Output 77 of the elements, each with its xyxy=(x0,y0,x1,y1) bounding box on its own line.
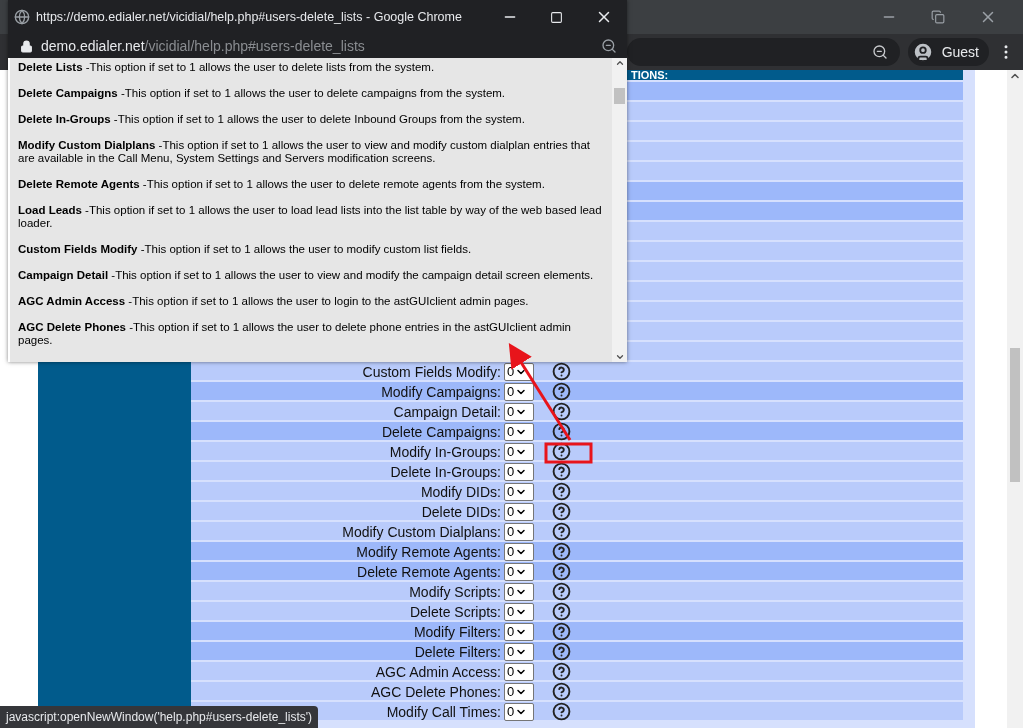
value-select[interactable]: 0 xyxy=(504,682,534,701)
value-select[interactable]: 0 xyxy=(504,562,534,581)
permission-label: Delete Filters: xyxy=(413,643,502,660)
value-select[interactable]: 0 xyxy=(504,442,534,461)
maximize-icon[interactable] xyxy=(550,10,563,24)
permission-label: Modify Custom Dialplans: xyxy=(341,523,502,540)
help-icon[interactable] xyxy=(552,682,571,701)
help-entry: Delete In-Groups -This option if set to 1 allows the user to delete Inbound Groups from the system. xyxy=(18,113,526,126)
permission-label: Custom Fields Modify: xyxy=(361,363,502,380)
zoom-icon[interactable] xyxy=(601,38,617,54)
permission-label: Delete DIDs: xyxy=(420,503,502,520)
scroll-up-icon[interactable] xyxy=(614,58,625,68)
value-select[interactable]: 0 xyxy=(504,382,534,401)
permission-label: AGC Delete Phones: xyxy=(370,683,502,700)
value-select[interactable]: 0 xyxy=(504,402,534,421)
help-entry: AGC Delete Phones -This option if set to 1 allows the user to delete phone entries in the astGUIclient admin pages. xyxy=(18,321,572,347)
permission-label: Modify DIDs: xyxy=(419,483,502,500)
permission-label: AGC Admin Access: xyxy=(374,663,502,680)
permission-label: Delete Remote Agents: xyxy=(356,563,502,580)
status-url: javascript:openNewWindow('help.php#users-delete_lists') xyxy=(0,706,319,728)
help-entry: Campaign Detail -This option if set to 1 allows the user to view and modify the campaign detail screen elements. xyxy=(18,269,595,282)
help-icon[interactable] xyxy=(552,402,571,421)
help-entry: Delete Remote Agents -This option if set to 1 allows the user to delete remote agents from the system. xyxy=(18,178,546,191)
value-select[interactable]: 0 xyxy=(504,422,534,441)
value-select[interactable]: 0 xyxy=(504,642,534,661)
value-select[interactable]: 0 xyxy=(504,482,534,501)
restore-icon[interactable] xyxy=(931,10,945,24)
scrollbar[interactable] xyxy=(612,58,627,362)
help-icon[interactable] xyxy=(552,522,571,541)
lock-icon xyxy=(20,39,33,53)
value-select[interactable]: 0 xyxy=(504,582,534,601)
permission-label: Delete Scripts: xyxy=(408,603,502,620)
help-icon[interactable] xyxy=(552,642,571,661)
help-icon[interactable] xyxy=(552,702,571,721)
scroll-down-icon[interactable] xyxy=(614,352,625,362)
value-select[interactable]: 0 xyxy=(504,542,534,561)
value-select[interactable]: 0 xyxy=(504,522,534,541)
permission-label: Modify Filters: xyxy=(412,623,502,640)
value-select[interactable]: 0 xyxy=(504,462,534,481)
help-icon[interactable] xyxy=(552,382,571,401)
help-icon[interactable] xyxy=(552,422,571,441)
profile-button[interactable]: Guest xyxy=(907,38,989,66)
help-icon[interactable] xyxy=(552,542,571,561)
help-icon[interactable] xyxy=(552,602,571,621)
help-icon[interactable] xyxy=(552,562,571,581)
help-icon[interactable] xyxy=(552,622,571,641)
help-icon[interactable] xyxy=(552,362,571,381)
zoom-icon[interactable] xyxy=(871,44,888,60)
scrollbar[interactable] xyxy=(1007,70,1023,728)
scrollbar-thumb[interactable] xyxy=(614,88,625,104)
scrollbar-thumb[interactable] xyxy=(1010,348,1020,482)
help-icon[interactable] xyxy=(552,482,571,501)
permission-label: Modify Remote Agents: xyxy=(355,543,502,560)
permission-label: Modify Scripts: xyxy=(408,583,502,600)
highlight-frame xyxy=(544,442,593,464)
permission-label: Delete In-Groups: xyxy=(389,463,502,480)
value-select[interactable]: 0 xyxy=(504,602,534,621)
help-entry: AGC Admin Access -This option if set to 1 allows the user to login to the astGUIclient admin pages. xyxy=(18,295,530,308)
permission-label: Modify In-Groups: xyxy=(388,443,502,460)
person-icon xyxy=(911,41,934,63)
permission-label: Campaign Detail: xyxy=(392,403,502,420)
help-entry: Modify Custom Dialplans -This option if set to 1 allows the user to view and modify custom dialplan entries that are available in the Call Menu, System Settings and Servers modification screens. xyxy=(18,139,592,165)
globe-icon xyxy=(14,9,30,25)
permission-label: Delete Campaigns: xyxy=(380,423,502,440)
help-entry: Custom Fields Modify -This option if set to 1 allows the user to modify custom list fields. xyxy=(18,243,473,256)
value-select[interactable]: 0 xyxy=(504,702,534,721)
permission-label: Modify Campaigns: xyxy=(380,383,502,400)
help-icon[interactable] xyxy=(552,502,571,521)
help-entry: Delete Campaigns -This option if set to 1 allows the user to delete campaigns from the system. xyxy=(18,87,507,100)
help-entry: Load Leads -This option if set to 1 allows the user to load lead lists into the list table by way of the web based lead loader. xyxy=(18,204,603,230)
window-title: https://demo.edialer.net/vicidial/help.php#users-delete_lists - Google Chrome xyxy=(36,10,463,24)
value-select[interactable]: 0 xyxy=(504,662,534,681)
help-icon[interactable] xyxy=(552,462,571,481)
help-icon[interactable] xyxy=(552,662,571,681)
value-select[interactable]: 0 xyxy=(504,502,534,521)
help-icon[interactable] xyxy=(552,582,571,601)
value-select[interactable]: 0 xyxy=(504,622,534,641)
